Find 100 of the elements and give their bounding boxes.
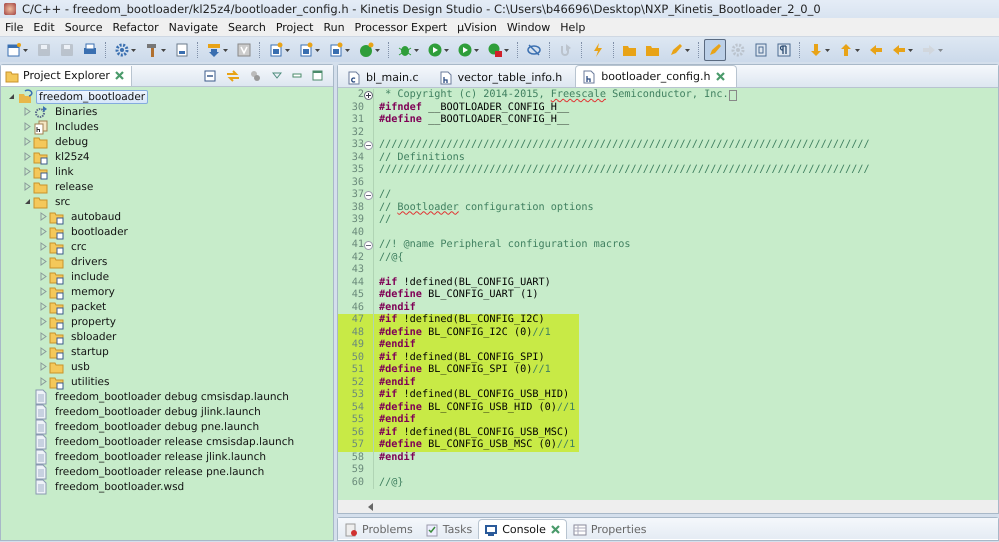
tree-item[interactable]: autobaud bbox=[68, 210, 124, 224]
line-number: 59 bbox=[352, 464, 364, 476]
maximize-icon[interactable] bbox=[312, 70, 323, 81]
expand-arrow-icon[interactable] bbox=[38, 212, 48, 221]
menu-item[interactable]: Help bbox=[555, 20, 590, 34]
close-icon[interactable] bbox=[715, 71, 726, 82]
tree-item[interactable]: freedom_bootloader release cmsisdap.launch bbox=[52, 434, 298, 448]
fold-collapse-icon[interactable] bbox=[364, 191, 373, 200]
expand-arrow-icon[interactable] bbox=[22, 167, 32, 176]
close-icon[interactable] bbox=[550, 524, 561, 535]
editor-tab[interactable]: vector_table_info.h bbox=[432, 67, 574, 87]
expand-arrow-icon[interactable] bbox=[38, 302, 48, 311]
menu-item[interactable]: Project bbox=[270, 20, 318, 34]
code-line: * Copyright (c) 2014-2015, Freescale Semiconductor, Inc. bbox=[384, 89, 729, 102]
tree-item[interactable]: freedom_bootloader release jlink.launch bbox=[52, 450, 269, 464]
line-number: 58 bbox=[352, 452, 364, 464]
line-number: 51 bbox=[352, 364, 364, 376]
code-line: #endif bbox=[379, 302, 416, 314]
line-number: 41 bbox=[352, 239, 364, 252]
expand-arrow-icon[interactable] bbox=[22, 137, 32, 146]
tree-item[interactable]: freedom_bootloader release pne.launch bbox=[52, 464, 268, 478]
collapse-arrow-icon[interactable] bbox=[6, 92, 16, 101]
expand-arrow-icon[interactable] bbox=[38, 257, 48, 266]
tree-item[interactable]: utilities bbox=[68, 374, 112, 388]
expand-arrow-icon[interactable] bbox=[38, 317, 48, 326]
tree-item[interactable]: drivers bbox=[68, 254, 110, 268]
tree-item[interactable]: freedom_bootloader bbox=[36, 90, 148, 104]
expand-arrow-icon[interactable] bbox=[38, 347, 48, 356]
tree-item[interactable]: Binaries bbox=[52, 104, 100, 118]
panel-tab[interactable]: Console bbox=[478, 519, 567, 539]
box-icon bbox=[753, 42, 769, 58]
menu-item[interactable]: Navigate bbox=[164, 20, 224, 34]
line-number: 55 bbox=[352, 414, 364, 426]
tree-item[interactable]: freedom_bootloader debug jlink.launch bbox=[52, 404, 264, 418]
filter-icon[interactable] bbox=[250, 70, 262, 82]
tree-item[interactable]: release bbox=[52, 180, 96, 194]
tree-item[interactable]: include bbox=[68, 270, 112, 284]
tree-item[interactable]: memory bbox=[68, 284, 118, 298]
tree-item[interactable]: freedom_bootloader.wsd bbox=[52, 480, 188, 494]
tree-item[interactable]: freedom_bootloader debug pne.launch bbox=[52, 420, 262, 434]
menu-item[interactable]: Run bbox=[318, 20, 350, 34]
panel-tab[interactable]: Tasks bbox=[418, 519, 478, 539]
tree-item[interactable]: debug bbox=[52, 134, 92, 148]
tree-item[interactable]: Includes bbox=[52, 120, 102, 134]
scroll-left-icon[interactable] bbox=[368, 502, 374, 510]
close-icon[interactable] bbox=[114, 70, 125, 81]
expand-arrow-icon[interactable] bbox=[38, 377, 48, 386]
file-icon bbox=[33, 478, 49, 494]
file-plus-icon bbox=[298, 42, 314, 58]
tree-item[interactable]: src bbox=[52, 194, 74, 208]
editor-tab[interactable]: bl_main.c bbox=[340, 67, 430, 87]
expand-arrow-icon[interactable] bbox=[22, 152, 32, 161]
expand-arrow-icon[interactable] bbox=[38, 362, 48, 371]
tree-item[interactable]: link bbox=[52, 164, 77, 178]
expand-arrow-icon[interactable] bbox=[38, 332, 48, 341]
editor-tab[interactable]: bootloader_config.h bbox=[575, 65, 738, 87]
menu-item[interactable]: Processor Expert bbox=[350, 20, 452, 34]
tree-item[interactable]: startup bbox=[68, 344, 112, 358]
panel-tab[interactable]: Properties bbox=[566, 519, 652, 539]
menu-item[interactable]: Window bbox=[502, 20, 556, 34]
tree-item[interactable]: bootloader bbox=[68, 224, 131, 238]
toolbar-button[interactable] bbox=[704, 38, 726, 60]
tree-item[interactable]: kl25z4 bbox=[52, 150, 93, 164]
expand-arrow-icon[interactable] bbox=[22, 182, 32, 191]
link-arrows-icon[interactable] bbox=[226, 70, 240, 82]
expand-arrow-icon[interactable] bbox=[38, 287, 48, 296]
expand-arrow-icon[interactable] bbox=[22, 122, 32, 131]
view-menu-icon[interactable] bbox=[272, 72, 282, 80]
binaries-icon bbox=[33, 104, 49, 120]
window-title: C/C++ - freedom_bootloader/kl25z4/bootloader_config.h - Kinetis Design Studio - C:\Users\b46696\Desktop\NXP_Kinetis_Bootloader_2_0_0 bbox=[22, 2, 821, 16]
fold-collapse-icon[interactable] bbox=[364, 141, 373, 150]
collapse-arrow-icon[interactable] bbox=[22, 197, 32, 206]
fold-collapse-icon[interactable] bbox=[364, 241, 373, 250]
tree-item[interactable]: crc bbox=[68, 240, 90, 254]
folded-block-icon[interactable] bbox=[728, 90, 737, 101]
view-tab[interactable]: Project Explorer bbox=[1, 66, 132, 86]
tree-item[interactable]: property bbox=[68, 314, 119, 328]
expand-arrow-icon[interactable] bbox=[22, 107, 32, 116]
minimize-icon[interactable] bbox=[292, 70, 302, 80]
collapse-all-icon[interactable] bbox=[204, 70, 216, 82]
menu-item[interactable]: µVision bbox=[452, 20, 502, 34]
tree-item[interactable]: freedom_bootloader debug cmsisdap.launch bbox=[52, 390, 292, 404]
tree-item[interactable]: sbloader bbox=[68, 330, 120, 344]
tree-item[interactable]: usb bbox=[68, 360, 93, 374]
expand-arrow-icon[interactable] bbox=[38, 242, 48, 251]
code-line: //////////////////////////////////////////////////////////////////////////////// bbox=[379, 164, 870, 176]
panel-tab[interactable]: Problems bbox=[338, 519, 419, 539]
menu-item[interactable]: Edit bbox=[28, 20, 60, 34]
expand-arrow-icon[interactable] bbox=[38, 227, 48, 236]
menu-item[interactable]: Search bbox=[223, 20, 271, 34]
menu-item[interactable]: File bbox=[0, 20, 28, 34]
line-number: 50 bbox=[352, 352, 364, 364]
menu-item[interactable]: Refactor bbox=[108, 20, 164, 34]
fold-expand-icon[interactable] bbox=[364, 91, 373, 100]
line-number: 54 bbox=[352, 402, 364, 414]
tree-item[interactable]: packet bbox=[68, 300, 110, 314]
expand-arrow-icon[interactable] bbox=[38, 272, 48, 281]
line-number: 45 bbox=[352, 289, 364, 302]
menu-item[interactable]: Source bbox=[60, 20, 108, 34]
line-number: 32 bbox=[352, 126, 364, 139]
